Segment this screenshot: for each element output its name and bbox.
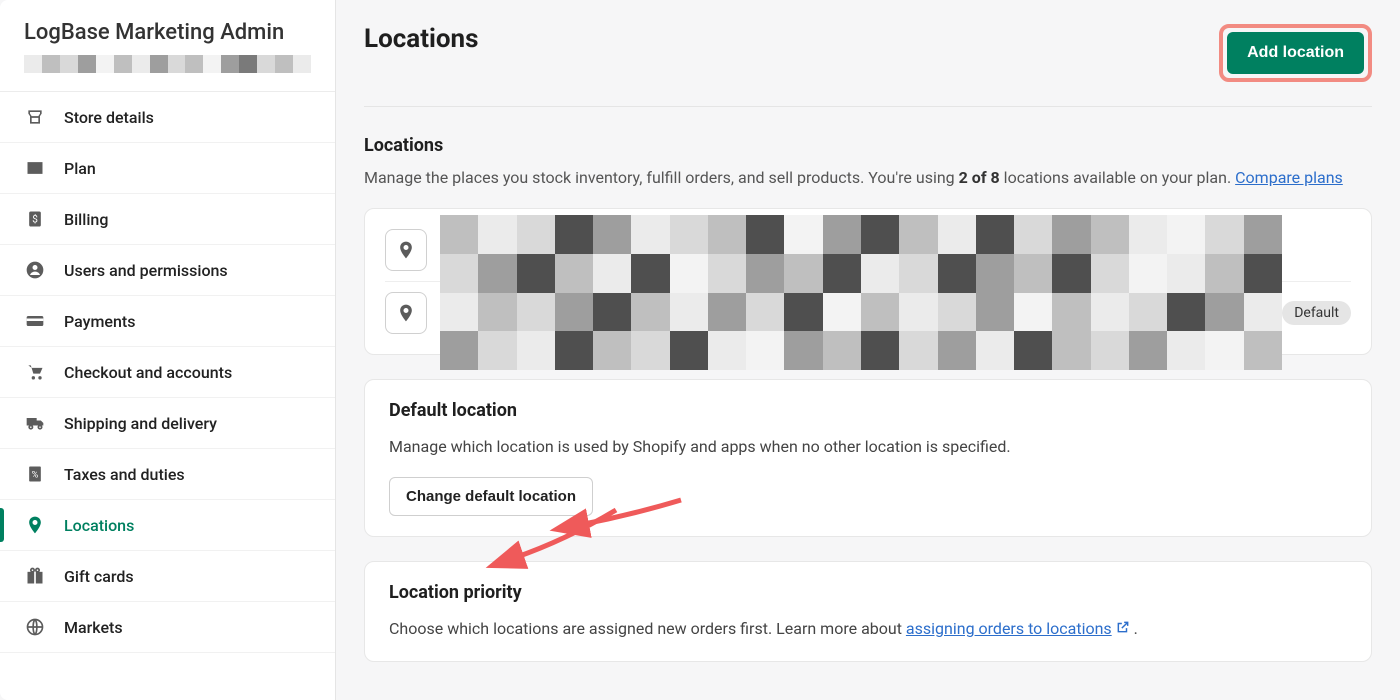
locations-list-card: Default <box>364 208 1372 355</box>
sidebar-item-users[interactable]: Users and permissions <box>0 245 335 296</box>
locations-section-title: Locations <box>364 135 1372 156</box>
locations-usage-count: 2 of 8 <box>959 168 1000 187</box>
cart-icon <box>24 361 46 383</box>
sidebar-item-shipping[interactable]: Shipping and delivery <box>0 398 335 449</box>
sidebar-item-plan[interactable]: Plan <box>0 143 335 194</box>
sidebar-item-store-details[interactable]: Store details <box>0 92 335 143</box>
default-badge: Default <box>1282 301 1351 325</box>
location-priority-title: Location priority <box>389 582 1347 603</box>
location-pin-icon <box>385 229 427 271</box>
svg-text:$: $ <box>32 212 38 225</box>
sidebar-item-taxes[interactable]: % Taxes and duties <box>0 449 335 500</box>
sidebar-item-label: Billing <box>64 210 108 229</box>
gift-icon <box>24 565 46 587</box>
default-location-card: Default location Manage which location i… <box>364 379 1372 537</box>
sidebar-item-label: Locations <box>64 516 134 535</box>
sidebar-header: LogBase Marketing Admin <box>0 0 335 92</box>
locations-section-desc: Manage the places you stock inventory, f… <box>364 166 1372 190</box>
store-icon <box>24 106 46 128</box>
annotation-highlight-box: Add location <box>1219 24 1372 82</box>
truck-icon <box>24 412 46 434</box>
sidebar-list: Store details Plan $ Billing Users and p… <box>0 92 335 700</box>
sidebar-item-label: Plan <box>64 159 96 178</box>
location-priority-desc: Choose which locations are assigned new … <box>389 617 1347 641</box>
sidebar-item-label: Store details <box>64 108 154 127</box>
main-content: Locations Add location Locations Manage … <box>336 0 1400 700</box>
default-location-title: Default location <box>389 400 1347 421</box>
sidebar-item-gift-cards[interactable]: Gift cards <box>0 551 335 602</box>
sidebar-item-label: Markets <box>64 618 123 637</box>
sidebar-item-label: Taxes and duties <box>64 465 185 484</box>
sidebar-item-checkout[interactable]: Checkout and accounts <box>0 347 335 398</box>
sidebar-item-markets[interactable]: Markets <box>0 602 335 653</box>
percent-icon: % <box>24 463 46 485</box>
add-location-button[interactable]: Add location <box>1227 32 1364 74</box>
card-icon <box>24 157 46 179</box>
sidebar-item-label: Payments <box>64 312 135 331</box>
redacted-store-url <box>24 55 311 73</box>
sidebar-item-label: Checkout and accounts <box>64 363 232 382</box>
compare-plans-link[interactable]: Compare plans <box>1235 168 1343 187</box>
user-icon <box>24 259 46 281</box>
store-name: LogBase Marketing Admin <box>24 20 311 45</box>
sidebar-item-billing[interactable]: $ Billing <box>0 194 335 245</box>
location-pin-icon <box>385 292 427 334</box>
settings-sidebar: LogBase Marketing Admin Store details Pl… <box>0 0 336 700</box>
sidebar-item-label: Gift cards <box>64 567 134 586</box>
sidebar-item-locations[interactable]: Locations <box>0 500 335 551</box>
sidebar-item-payments[interactable]: Payments <box>0 296 335 347</box>
pin-icon <box>24 514 46 536</box>
dollar-icon: $ <box>24 208 46 230</box>
redacted-location-details <box>440 215 1282 370</box>
sidebar-item-label: Users and permissions <box>64 261 228 280</box>
globe-icon <box>24 616 46 638</box>
external-link-icon <box>1116 617 1130 641</box>
svg-text:%: % <box>32 470 39 480</box>
sidebar-item-label: Shipping and delivery <box>64 414 217 433</box>
page-title: Locations <box>364 24 479 54</box>
change-default-location-button[interactable]: Change default location <box>389 477 593 516</box>
location-priority-card: Location priority Choose which locations… <box>364 561 1372 662</box>
default-location-desc: Manage which location is used by Shopify… <box>389 435 1347 459</box>
creditcard-icon <box>24 310 46 332</box>
assigning-orders-link[interactable]: assigning orders to locations <box>906 619 1130 638</box>
page-header: Locations Add location <box>364 24 1372 107</box>
